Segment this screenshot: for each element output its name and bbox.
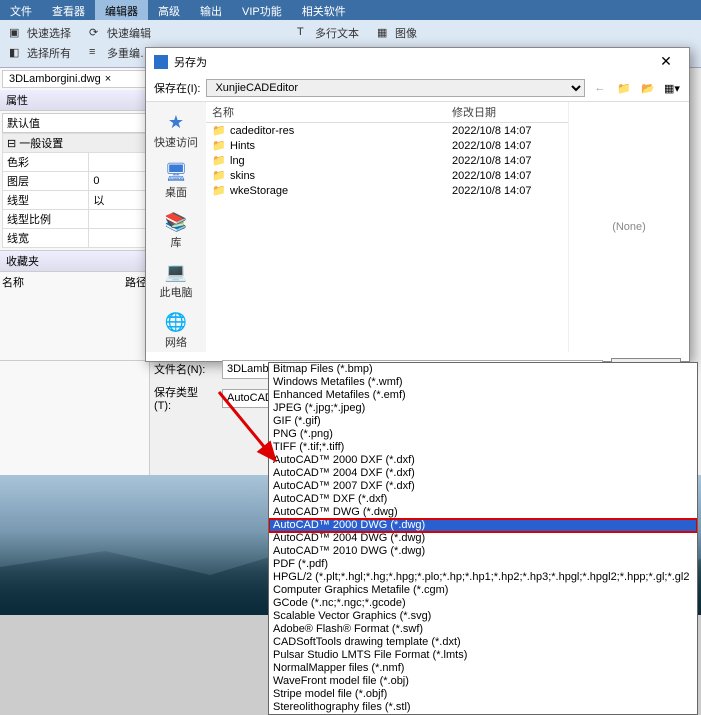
quick-edit[interactable]: ⟳快速编辑 [86, 24, 154, 42]
file-date: 2022/10/8 14:07 [452, 125, 562, 137]
app-icon [154, 55, 168, 69]
filetype-option[interactable]: Pulsar Studio LMTS File Format (*.lmts) [269, 649, 697, 662]
new-folder-icon[interactable]: 📂 [639, 79, 657, 97]
sidebar-quick-access[interactable]: ★快速访问 [146, 110, 206, 152]
label: 选择所有 [27, 45, 71, 61]
filetype-option[interactable]: Bitmap Files (*.bmp) [269, 363, 697, 376]
document-tab[interactable]: 3DLamborgini.dwg × [2, 70, 147, 88]
quick-select[interactable]: ▣快速选择 [6, 24, 74, 42]
menu-editor[interactable]: 编辑器 [95, 0, 148, 20]
file-row[interactable]: 📁 lng2022/10/8 14:07 [210, 153, 564, 168]
filetype-option[interactable]: AutoCAD™ 2004 DXF (*.dxf) [269, 467, 697, 480]
folder-icon: 📁 [212, 169, 226, 182]
filetype-option[interactable]: NormalMapper files (*.nmf) [269, 662, 697, 675]
filetype-option[interactable]: AutoCAD™ 2000 DWG (*.dwg) [269, 519, 697, 532]
multi-edit[interactable]: ≡多重编… [86, 44, 154, 62]
save-in-label: 保存在(I): [154, 80, 200, 96]
file-date: 2022/10/8 14:07 [452, 185, 562, 197]
file-name: lng [230, 155, 452, 167]
filetype-option[interactable]: GCode (*.nc;*.ngc;*.gcode) [269, 597, 697, 610]
col-name[interactable]: 名称 [212, 104, 452, 120]
filetype-option[interactable]: Scalable Vector Graphics (*.svg) [269, 610, 697, 623]
close-button[interactable]: ✕ [651, 53, 681, 70]
filetype-option[interactable]: GIF (*.gif) [269, 415, 697, 428]
file-row[interactable]: 📁 skins2022/10/8 14:07 [210, 168, 564, 183]
select-all[interactable]: ◧选择所有 [6, 44, 74, 62]
label: 快速编辑 [107, 25, 151, 41]
properties-table: ⊟ 一般设置 色彩 图层0 线型以 线型比例 线宽 [2, 133, 147, 248]
file-date: 2022/10/8 14:07 [452, 155, 562, 167]
label: 图像 [395, 25, 417, 41]
menu-output[interactable]: 输出 [190, 0, 232, 20]
file-row[interactable]: 📁 wkeStorage2022/10/8 14:07 [210, 183, 564, 198]
close-icon[interactable]: × [105, 73, 111, 85]
filetype-option[interactable]: AutoCAD™ 2007 DXF (*.dxf) [269, 480, 697, 493]
file-row[interactable]: 📁 cadeditor-res2022/10/8 14:07 [210, 123, 564, 138]
sidebar-network[interactable]: 🌐网络 [146, 310, 206, 352]
filetype-option[interactable]: Stripe model file (*.objf) [269, 688, 697, 701]
filetype-option[interactable]: Windows Metafiles (*.wmf) [269, 376, 697, 389]
sidebar-desktop[interactable]: 🖥桌面 [146, 160, 206, 202]
filetype-option[interactable]: CADSoftTools drawing template (*.dxt) [269, 636, 697, 649]
views-icon[interactable]: ▦▾ [663, 79, 681, 97]
file-name: Hints [230, 140, 452, 152]
filetype-option[interactable]: AutoCAD™ DWG (*.dwg) [269, 506, 697, 519]
filetype-option[interactable]: Computer Graphics Metafile (*.cgm) [269, 584, 697, 597]
file-date: 2022/10/8 14:07 [452, 140, 562, 152]
save-in-combo[interactable]: XunjieCADEditor [206, 79, 585, 97]
sidebar-this-pc[interactable]: 💻此电脑 [146, 260, 206, 302]
menu-file[interactable]: 文件 [0, 0, 42, 20]
back-icon[interactable]: ← [591, 79, 609, 97]
menu-related[interactable]: 相关软件 [292, 0, 356, 20]
folder-icon: 📁 [212, 184, 226, 197]
filetype-option[interactable]: WaveFront model file (*.obj) [269, 675, 697, 688]
file-date: 2022/10/8 14:07 [452, 170, 562, 182]
filetype-option[interactable]: AutoCAD™ 2010 DWG (*.dwg) [269, 545, 697, 558]
filetype-option[interactable]: Stereolithography files (*.stl) [269, 701, 697, 714]
label: 多行文本 [315, 25, 359, 41]
col-date[interactable]: 修改日期 [452, 104, 562, 120]
save-as-dialog: 另存为 ✕ 保存在(I): XunjieCADEditor ← 📁 📂 ▦▾ ★… [145, 47, 690, 362]
menu-vip[interactable]: VIP功能 [232, 0, 292, 20]
dialog-title: 另存为 [174, 54, 207, 70]
preview-pane: (None) [569, 102, 689, 352]
filetype-option[interactable]: Adobe® Flash® Format (*.swf) [269, 623, 697, 636]
filename-label: 文件名(N): [154, 361, 214, 377]
file-name: skins [230, 170, 452, 182]
filetype-label: 保存类型(T): [154, 384, 214, 412]
filetype-option[interactable]: TIFF (*.tif;*.tiff) [269, 441, 697, 454]
folder-icon: 📁 [212, 124, 226, 137]
filetype-option[interactable]: Enhanced Metafiles (*.emf) [269, 389, 697, 402]
file-name: cadeditor-res [230, 125, 452, 137]
multi-text[interactable]: T多行文本 [294, 24, 362, 42]
menubar: 文件 查看器 编辑器 高级 输出 VIP功能 相关软件 [0, 0, 701, 20]
up-icon[interactable]: 📁 [615, 79, 633, 97]
filetype-option[interactable]: PDF (*.pdf) [269, 558, 697, 571]
filetype-dropdown[interactable]: Bitmap Files (*.bmp)Windows Metafiles (*… [268, 362, 698, 715]
folder-icon: 📁 [212, 139, 226, 152]
filetype-option[interactable]: AutoCAD™ 2000 DXF (*.dxf) [269, 454, 697, 467]
file-row[interactable]: 📁 Hints2022/10/8 14:07 [210, 138, 564, 153]
doc-name: 3DLamborgini.dwg [9, 73, 101, 85]
filetype-option[interactable]: AutoCAD™ 2004 DWG (*.dwg) [269, 532, 697, 545]
filetype-option[interactable]: PNG (*.png) [269, 428, 697, 441]
col-name: 名称 [2, 274, 125, 290]
image-btn[interactable]: ▦图像 [374, 24, 420, 42]
menu-advanced[interactable]: 高级 [148, 0, 190, 20]
folder-icon: 📁 [212, 154, 226, 167]
file-name: wkeStorage [230, 185, 452, 197]
filetype-option[interactable]: AutoCAD™ DXF (*.dxf) [269, 493, 697, 506]
properties-title: 属性 [0, 90, 149, 111]
places-sidebar: ★快速访问 🖥桌面 📚库 💻此电脑 🌐网络 [146, 102, 206, 352]
favorites-title: 收藏夹 [0, 251, 149, 272]
label: 快速选择 [27, 25, 71, 41]
col-path: 路径 [125, 274, 147, 290]
default-label: 默认值 [2, 113, 147, 133]
filetype-option[interactable]: JPEG (*.jpg;*.jpeg) [269, 402, 697, 415]
menu-viewer[interactable]: 查看器 [42, 0, 95, 20]
filetype-option[interactable]: HPGL/2 (*.plt;*.hgl;*.hg;*.hpg;*.plo;*.h… [269, 571, 697, 584]
sidebar-libraries[interactable]: 📚库 [146, 210, 206, 252]
